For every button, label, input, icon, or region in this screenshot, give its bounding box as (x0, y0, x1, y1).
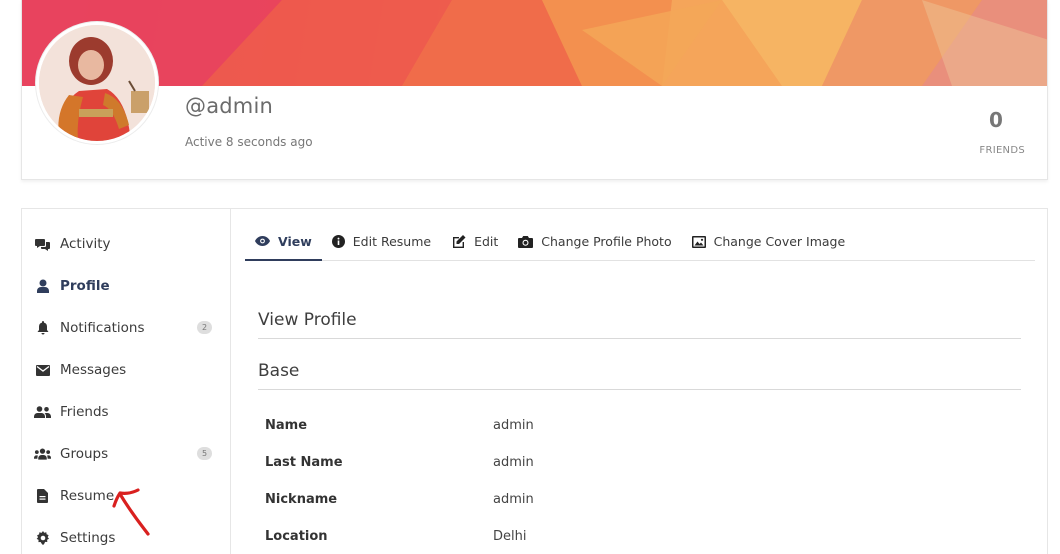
field-row-location: Location Delhi (265, 529, 865, 549)
notifications-badge: 2 (197, 321, 212, 334)
sidebar-item-label: Groups (60, 446, 109, 462)
info-circle-icon (331, 235, 345, 248)
envelope-icon (34, 362, 51, 379)
cover-image (22, 0, 1047, 86)
field-value: Delhi (493, 529, 527, 544)
sidebar-item-label: Profile (60, 278, 110, 294)
image-icon (691, 235, 706, 248)
sidebar-item-notifications[interactable]: Notifications 2 (34, 316, 222, 340)
tab-label: Edit (474, 234, 499, 249)
friends-label: FRIENDS (979, 145, 1025, 156)
tab-edit-resume[interactable]: Edit Resume (322, 223, 441, 260)
eye-icon (255, 236, 270, 246)
field-label: Name (265, 418, 308, 433)
divider (258, 389, 1021, 390)
profile-content: View Edit Resume Edit Change Profile Pho… (231, 209, 1047, 554)
sidebar-item-label: Notifications (60, 320, 145, 336)
field-row-nickname: Nickname admin (265, 492, 865, 512)
user-icon (34, 278, 51, 295)
tab-edit[interactable]: Edit (441, 223, 508, 260)
user-friends-icon (34, 404, 51, 421)
tab-change-cover-image[interactable]: Change Cover Image (682, 223, 856, 260)
edit-icon (451, 234, 466, 249)
sidebar-item-label: Resume (60, 488, 115, 504)
tab-label: Edit Resume (352, 234, 432, 249)
file-icon (34, 488, 51, 505)
sidebar-item-label: Messages (60, 362, 127, 378)
field-row-name: Name admin (265, 418, 865, 438)
tab-label: Change Profile Photo (541, 234, 672, 249)
tab-change-profile-photo[interactable]: Change Profile Photo (508, 223, 681, 260)
field-value: admin (493, 455, 534, 470)
sidebar-item-friends[interactable]: Friends (34, 400, 222, 424)
field-value: admin (493, 418, 534, 433)
annotation-arrow (108, 486, 156, 543)
field-label: Location (265, 529, 328, 544)
active-status: Active 8 seconds ago (185, 135, 313, 149)
friends-count[interactable]: 0 (981, 108, 1011, 132)
sidebar-item-messages[interactable]: Messages (34, 358, 222, 382)
comments-icon (34, 236, 51, 253)
sidebar-item-label: Activity (60, 236, 111, 252)
groups-badge: 5 (197, 447, 212, 460)
profile-tabs: View Edit Resume Edit Change Profile Pho… (245, 223, 1035, 261)
sidebar-item-groups[interactable]: Groups 5 (34, 442, 222, 466)
divider (258, 338, 1021, 339)
field-value: admin (493, 492, 534, 507)
section-heading: Base (258, 361, 300, 381)
gear-icon (34, 530, 51, 547)
avatar[interactable] (36, 22, 158, 144)
field-row-last-name: Last Name admin (265, 455, 865, 475)
field-label: Last Name (265, 455, 343, 470)
username: @admin (185, 94, 273, 118)
avatar-photo (39, 25, 155, 141)
sidebar-item-activity[interactable]: Activity (34, 232, 222, 256)
sidebar-item-profile[interactable]: Profile (34, 274, 222, 298)
tab-label: Change Cover Image (713, 234, 846, 249)
profile-main-panel: Activity Profile Notifications 2 Message… (21, 208, 1048, 554)
tab-label: View (278, 233, 312, 249)
field-label: Nickname (265, 492, 338, 507)
tab-view[interactable]: View (245, 223, 322, 261)
cover-pattern (22, 0, 1047, 86)
users-icon (34, 446, 51, 463)
profile-header: @admin Active 8 seconds ago 0 FRIENDS (21, 0, 1048, 180)
bell-icon (34, 320, 51, 337)
sidebar-item-label: Friends (60, 404, 109, 420)
page-heading: View Profile (258, 310, 357, 330)
camera-icon (518, 235, 534, 248)
